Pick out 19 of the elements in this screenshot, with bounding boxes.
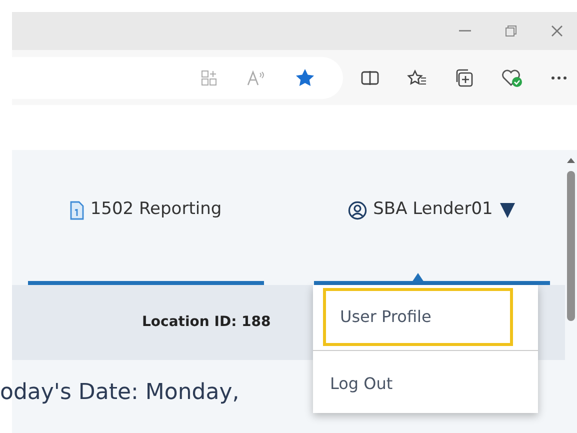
menu-item[interactable]: Log Out bbox=[313, 355, 538, 413]
scroll-up-icon[interactable] bbox=[567, 158, 575, 163]
more-icon[interactable] bbox=[551, 76, 567, 80]
favorite-star-icon[interactable] bbox=[295, 68, 315, 87]
location-id: Location ID: 188 bbox=[142, 313, 271, 332]
close-icon[interactable] bbox=[551, 25, 563, 37]
scrollbar-thumb[interactable] bbox=[567, 171, 575, 321]
favorites-icon[interactable] bbox=[407, 68, 427, 86]
menu-item[interactable]: User Profile bbox=[323, 288, 513, 346]
minimize-icon[interactable] bbox=[459, 30, 471, 32]
date-text: oday's Date: Monday, bbox=[0, 379, 240, 407]
collections-icon[interactable] bbox=[455, 68, 473, 86]
nav-link[interactable]: SBA Lender01 bbox=[314, 190, 550, 285]
user-icon bbox=[348, 200, 368, 220]
nav-link[interactable]: 1502 Reporting bbox=[28, 190, 264, 285]
restore-icon[interactable] bbox=[505, 25, 517, 37]
document-icon bbox=[70, 200, 84, 220]
health-icon[interactable] bbox=[501, 68, 523, 88]
split-screen-icon[interactable] bbox=[361, 70, 379, 86]
